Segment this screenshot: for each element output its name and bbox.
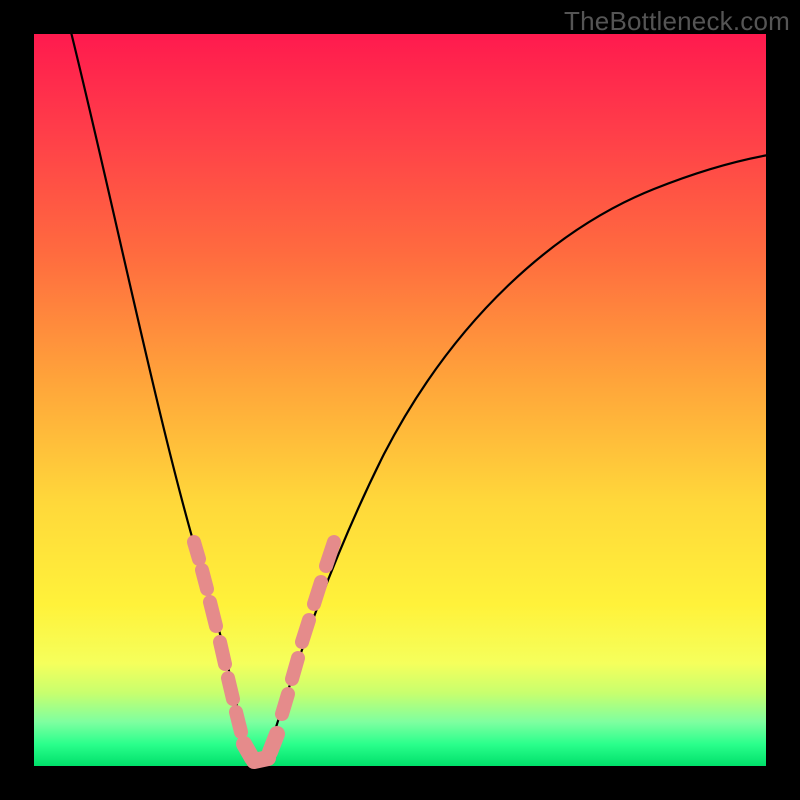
marker-dot [194,542,199,559]
marker-dot [302,620,309,642]
curve-right-branch [270,154,774,746]
marker-dot [270,734,277,752]
marker-dot [326,542,334,566]
marker-cluster-right [282,542,334,714]
marker-dot [314,582,321,604]
outer-frame: TheBottleneck.com [0,0,800,800]
marker-dot [282,694,288,714]
marker-cluster-bottom [244,734,277,761]
marker-dot [210,602,216,626]
marker-dot [202,570,207,589]
marker-cluster-left [194,542,241,732]
marker-dot [220,642,225,664]
marker-dot [228,678,233,699]
marker-dot [292,658,298,679]
marker-dot [236,712,241,732]
bottleneck-curve [34,34,766,766]
plot-area [34,34,766,766]
watermark-text: TheBottleneck.com [564,6,790,37]
